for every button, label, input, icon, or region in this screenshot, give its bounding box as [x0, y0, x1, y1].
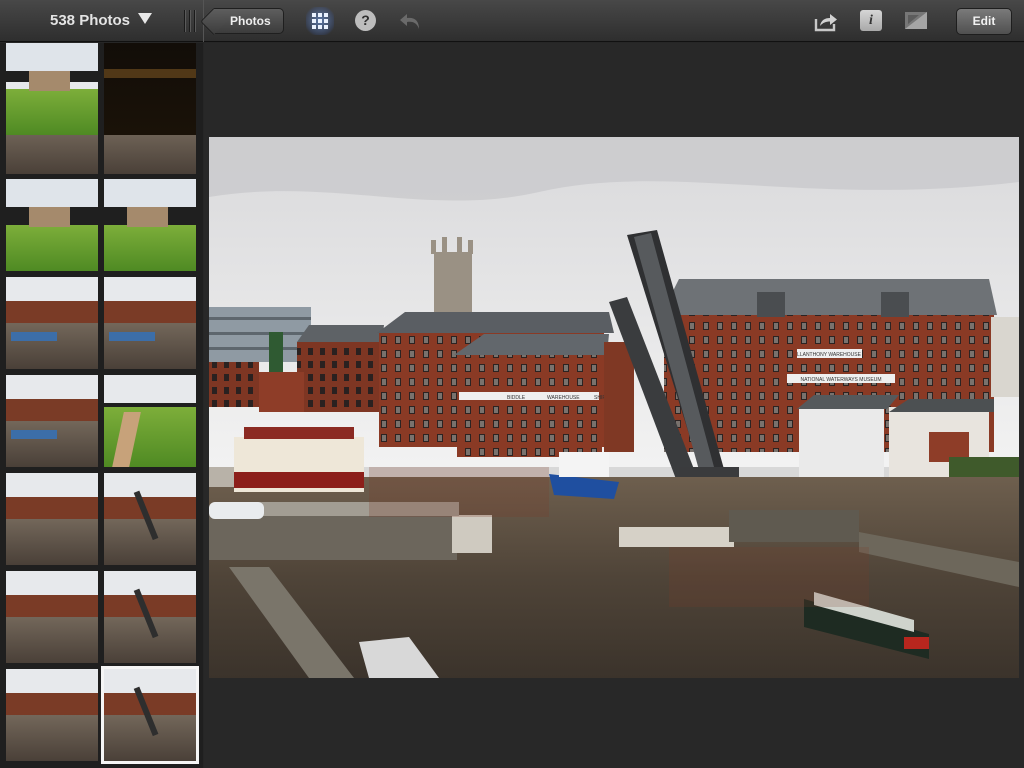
- grip-icon[interactable]: [184, 10, 196, 32]
- toolbar: 538 Photos Photos ? i Edit: [0, 0, 1024, 42]
- chevron-down-icon[interactable]: [138, 13, 152, 24]
- grid-view-icon[interactable]: [306, 7, 334, 35]
- album-title[interactable]: 538 Photos: [50, 12, 130, 29]
- thumbnail-dock[interactable]: [104, 277, 196, 369]
- info-icon[interactable]: i: [860, 10, 882, 31]
- thumbnail-path[interactable]: [104, 375, 196, 467]
- warehouse-band-label: BIDDLE: [507, 395, 526, 401]
- thumbnail-bridge[interactable]: [104, 473, 196, 565]
- edit-button[interactable]: Edit: [956, 8, 1012, 35]
- warehouse-sign: LLANTHONY WAREHOUSE: [797, 352, 862, 358]
- thumbnail-bridge[interactable]: [101, 666, 199, 764]
- warehouse-sign: NATIONAL WATERWAYS MUSEUM: [800, 377, 881, 383]
- thumbnail-field[interactable]: [104, 179, 196, 271]
- thumbnail-strip[interactable]: [0, 43, 203, 768]
- thumbnail-bridge[interactable]: [104, 571, 196, 663]
- share-icon[interactable]: [813, 10, 839, 32]
- thumbnail-dock[interactable]: [6, 277, 98, 369]
- main-photo-image: BIDDLE WAREHOUSE SHIPTON LLANTHONY WAREH…: [209, 137, 1019, 678]
- thumbnail-night[interactable]: [104, 43, 196, 135]
- thumbnail-field[interactable]: [6, 179, 98, 271]
- undo-icon[interactable]: [398, 10, 424, 32]
- thumbnail-canal[interactable]: [6, 571, 98, 663]
- help-icon[interactable]: ?: [355, 10, 376, 31]
- photos-back-label: Photos: [230, 14, 271, 28]
- compare-icon[interactable]: [904, 11, 928, 30]
- thumbnail-canal[interactable]: [6, 669, 98, 761]
- photos-back-button[interactable]: Photos: [214, 8, 284, 34]
- thumbnail-field[interactable]: [6, 43, 98, 135]
- warehouse-band-label: WAREHOUSE: [547, 395, 580, 401]
- main-photo[interactable]: BIDDLE WAREHOUSE SHIPTON LLANTHONY WAREH…: [209, 137, 1019, 678]
- thumbnail-canal[interactable]: [6, 473, 98, 565]
- thumbnail-dock[interactable]: [6, 375, 98, 467]
